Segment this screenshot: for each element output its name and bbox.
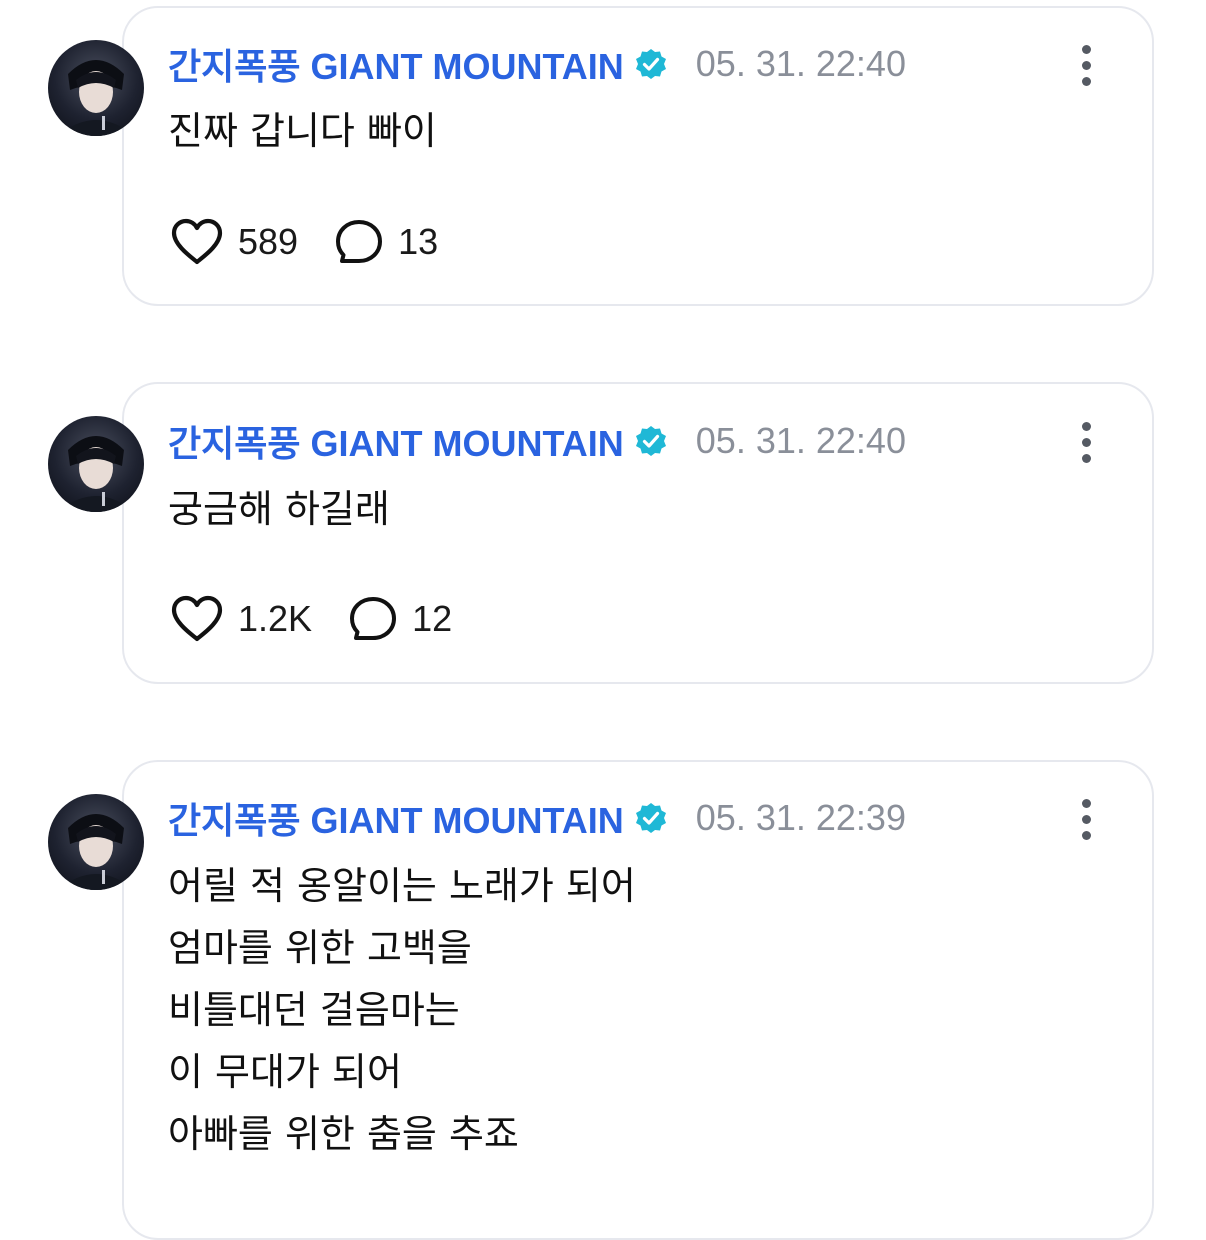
post-text-line: 엄마를 위한 고백을 — [168, 926, 472, 970]
avatar[interactable] — [48, 416, 144, 512]
post-text: 어릴 적 옹알이는 노래가 되어 엄마를 위한 고백을 비틀대던 걸음마는 이 … — [168, 855, 636, 1165]
vertical-dots-icon — [1081, 799, 1091, 808]
author-name[interactable]: 간지폭풍 GIANT MOUNTAIN — [168, 792, 624, 844]
post-header: 간지폭풍 GIANT MOUNTAIN 05. 31. 22:40 — [168, 417, 906, 465]
timestamp: 05. 31. 22:40 — [695, 420, 906, 461]
post-actions: 589 13 — [170, 217, 438, 267]
verified-badge-icon — [634, 47, 668, 81]
post-text-line: 이 무대가 되어 — [168, 1050, 402, 1094]
more-options-button[interactable] — [1074, 422, 1098, 466]
comment-count: 13 — [398, 221, 439, 262]
post-text-line: 아빠를 위한 춤을 추죠 — [168, 1112, 519, 1156]
like-button[interactable]: 589 — [170, 218, 298, 266]
avatar[interactable] — [48, 40, 144, 136]
speech-bubble-icon — [350, 597, 397, 640]
heart-icon — [171, 218, 223, 265]
comment-count: 12 — [412, 598, 453, 639]
more-options-button[interactable] — [1074, 799, 1098, 843]
timestamp: 05. 31. 22:39 — [695, 797, 906, 838]
timestamp: 05. 31. 22:40 — [695, 43, 906, 84]
verified-badge-icon — [634, 801, 668, 835]
post-header: 간지폭풍 GIANT MOUNTAIN 05. 31. 22:40 — [168, 40, 906, 88]
like-count: 1.2K — [238, 598, 313, 639]
avatar[interactable] — [48, 794, 144, 890]
post-text-line: 궁금해 하길래 — [168, 487, 390, 531]
comment-button[interactable]: 12 — [348, 595, 452, 643]
vertical-dots-icon — [1081, 45, 1091, 54]
like-button[interactable]: 1.2K — [170, 595, 312, 643]
post-text: 진짜 갑니다 빠이 — [168, 100, 437, 162]
author-name[interactable]: 간지폭풍 GIANT MOUNTAIN — [168, 415, 624, 467]
like-count: 589 — [238, 221, 299, 262]
author-name[interactable]: 간지폭풍 GIANT MOUNTAIN — [168, 38, 624, 90]
post-header: 간지폭풍 GIANT MOUNTAIN 05. 31. 22:39 — [168, 794, 906, 842]
post-text-line: 어릴 적 옹알이는 노래가 되어 — [168, 864, 636, 908]
post-text: 궁금해 하길래 — [168, 478, 390, 540]
comment-button[interactable]: 13 — [334, 218, 438, 266]
post-text-line: 비틀대던 걸음마는 — [168, 988, 460, 1032]
speech-bubble-icon — [336, 220, 383, 263]
heart-icon — [171, 595, 223, 642]
post-actions: 1.2K 12 — [170, 594, 452, 644]
verified-badge-icon — [634, 424, 668, 458]
post-text-line: 진짜 갑니다 빠이 — [168, 109, 437, 153]
more-options-button[interactable] — [1074, 45, 1098, 89]
vertical-dots-icon — [1081, 422, 1091, 431]
